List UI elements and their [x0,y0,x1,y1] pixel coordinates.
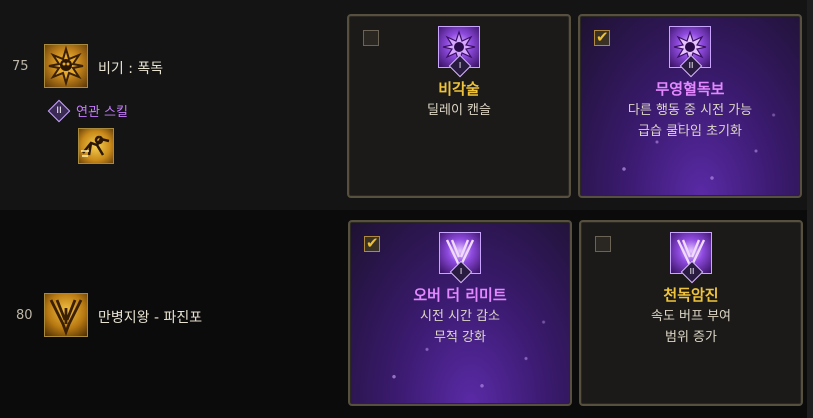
option-card-2[interactable]: II 천독암진 속도 버프 부여 범위 증가 [579,220,803,406]
skull-emblem-icon: I [438,26,480,78]
claw-slash-icon: I [439,232,481,284]
option-checkbox[interactable] [363,30,379,46]
option-title: 비각술 [438,80,480,98]
claw-slash-icon: II [670,232,712,284]
option-title: 오버 더 리미트 [413,286,507,304]
scrollbar[interactable] [807,0,813,418]
option-checkbox[interactable]: ✔ [594,28,610,46]
skull-emblem-icon: II [669,26,711,78]
option-description: 시전 시간 감소 무적 강화 [419,309,501,345]
checkmark-icon: ✔ [596,28,609,46]
skill-name: 비기 : 폭독 [98,61,164,77]
running-figure-icon[interactable] [78,128,114,164]
claw-slash-icon[interactable] [44,293,88,337]
skull-emblem-icon[interactable] [44,44,88,88]
roman-numeral-badge: II [47,99,71,123]
option-checkbox[interactable]: ✔ [364,234,380,252]
option-card-1[interactable]: ✔ I 오버 더 리미트 시전 시간 감소 무적 강화 [348,220,572,406]
option-title: 천독암진 [663,286,719,304]
skill-row-75: 75 비기 : 폭독 II 연관 스킬 I 비각술 딜레이 캔슬 ✔ II 무영… [0,0,813,210]
related-skill-label: 연관 스킬 [76,105,128,120]
option-description: 속도 버프 부여 범위 증가 [650,309,732,345]
option-card-1[interactable]: I 비각술 딜레이 캔슬 [347,14,571,198]
skill-name: 만병지왕 - 파진포 [98,310,203,326]
checkmark-icon: ✔ [366,234,379,252]
skill-level: 80 [16,308,33,323]
option-description: 딜레이 캔슬 [427,103,491,118]
option-description: 다른 행동 중 시전 가능 급습 쿨타임 초기화 [627,103,753,139]
skill-row-80: 80 만병지왕 - 파진포 ✔ I 오버 더 리미트 시전 시간 감소 무적 강… [0,210,813,418]
option-title: 무영혈독보 [655,80,725,98]
skill-level: 75 [12,59,29,74]
option-checkbox[interactable] [595,236,611,252]
option-card-2[interactable]: ✔ II 무영혈독보 다른 행동 중 시전 가능 급습 쿨타임 초기화 [578,14,802,198]
